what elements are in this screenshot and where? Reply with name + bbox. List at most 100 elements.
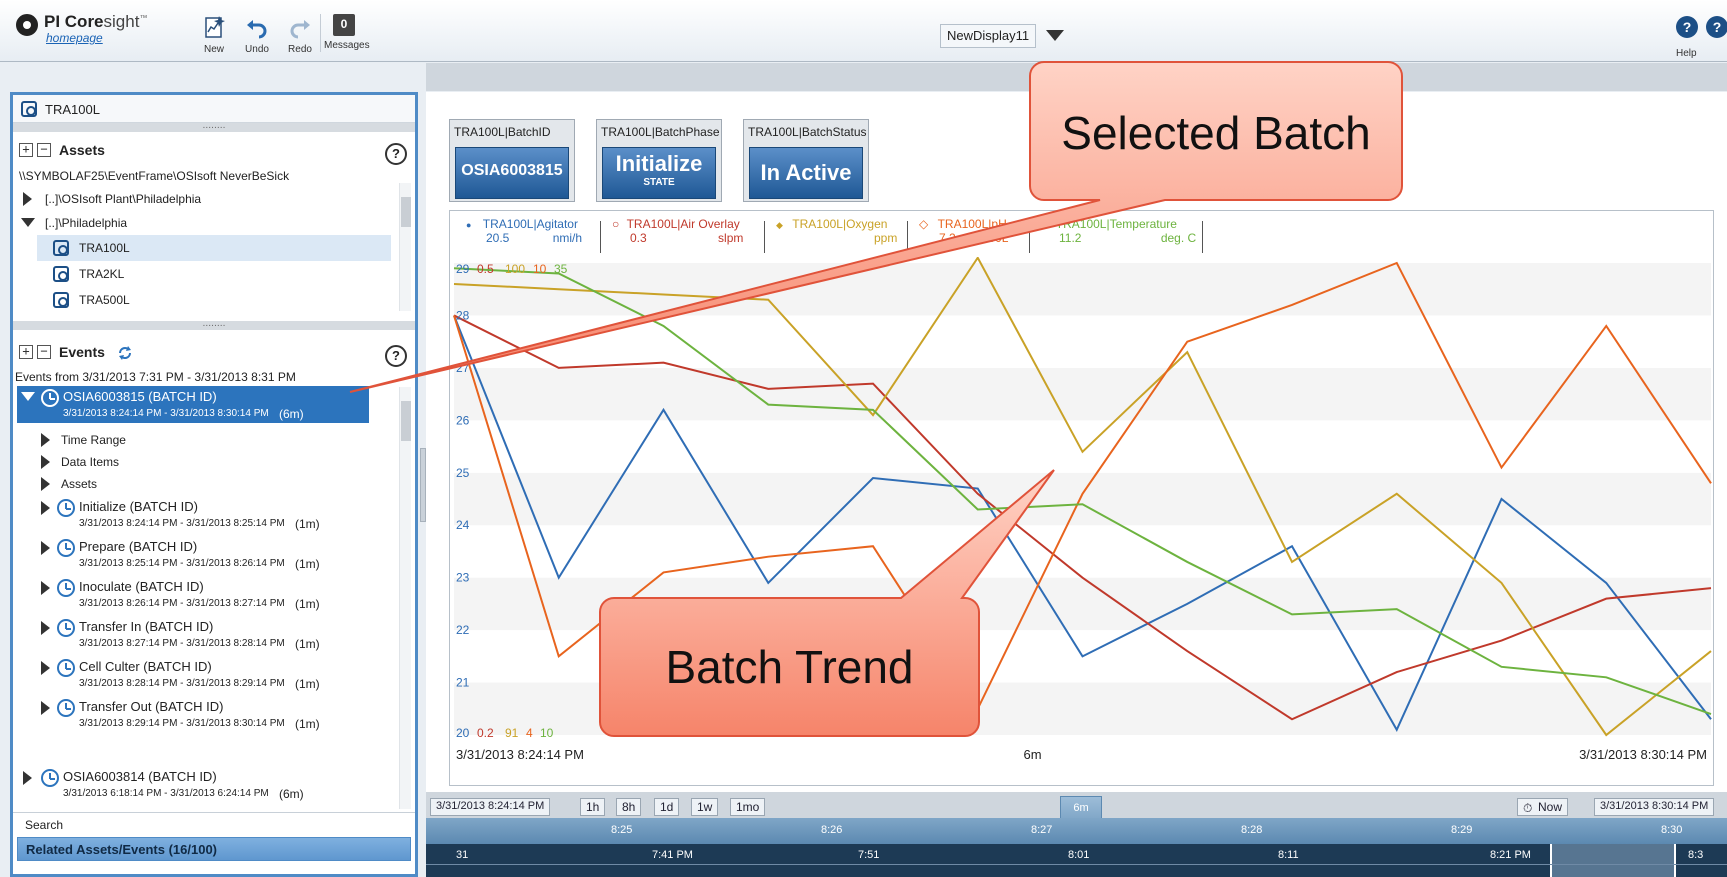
expand-arrow-icon[interactable] xyxy=(41,581,50,595)
now-button[interactable]: ⏱ Now xyxy=(1517,798,1569,816)
sub-event-row[interactable]: Cell Culter (BATCH ID) 3/31/2013 8:28:14… xyxy=(37,657,373,697)
expand-arrow-icon[interactable] xyxy=(23,192,32,206)
value-subtext: STATE xyxy=(643,177,675,188)
assets-scrollbar[interactable] xyxy=(399,183,411,311)
sub-event-row[interactable]: Prepare (BATCH ID) 3/31/2013 8:25:14 PM … xyxy=(37,537,373,577)
expand-arrow-icon[interactable] xyxy=(41,433,50,447)
messages-button[interactable]: 0 Messages xyxy=(324,14,370,51)
clock-icon xyxy=(57,579,75,597)
overview-ruler[interactable]: 31 7:41 PM 7:51 8:01 8:11 8:21 PM 8:3 xyxy=(426,844,1727,877)
sub-event-row[interactable]: Initialize (BATCH ID) 3/31/2013 8:24:14 … xyxy=(37,497,373,537)
undo-button[interactable]: Undo xyxy=(237,14,277,55)
ruler-tick: 8:29 xyxy=(1451,824,1473,836)
new-button[interactable]: New xyxy=(194,14,234,55)
clock-icon xyxy=(57,539,75,557)
event-child-assets[interactable]: Assets xyxy=(61,477,97,491)
duration-tab[interactable]: 6m xyxy=(1060,796,1102,820)
legend-item[interactable]: ■ TRA100L|Temperature 11.2 deg. C xyxy=(1041,217,1196,245)
tree-item-label: TRA500L xyxy=(79,293,130,307)
legend-item[interactable]: ● TRA100L|Agitator 20.5 nmi/h xyxy=(466,217,582,245)
trend-chart[interactable]: ● TRA100L|Agitator 20.5 nmi/h ○ TRA100L|… xyxy=(449,210,1714,786)
time-ruler[interactable]: 8:25 8:26 8:27 8:28 8:29 8:30 xyxy=(426,818,1727,844)
help-icon-secondary[interactable]: ? xyxy=(1706,16,1727,38)
trademark: ™ xyxy=(139,13,148,23)
expand-all-icon[interactable]: + xyxy=(19,143,33,157)
event-row[interactable]: OSIA6003814 (BATCH ID) 3/31/2013 6:18:14… xyxy=(17,767,373,807)
start-time-field[interactable]: 3/31/2013 8:24:14 PM xyxy=(430,798,551,816)
sub-event-row[interactable]: Transfer In (BATCH ID) 3/31/2013 8:27:14… xyxy=(37,617,373,657)
legend-unit: deg. C xyxy=(1160,231,1197,245)
homepage-link[interactable]: homepage xyxy=(46,31,103,45)
app-name-suffix: sight xyxy=(103,12,140,31)
pane-resize-grip[interactable]: ........ xyxy=(13,122,415,132)
legend-item[interactable]: ○ TRA100L|Air Overlay 0.3 slpm xyxy=(612,217,743,245)
range-1w-button[interactable]: 1w xyxy=(691,798,719,816)
legend-marker-icon: ◇ xyxy=(919,217,929,231)
scroll-thumb[interactable] xyxy=(401,197,411,227)
event-selected[interactable]: OSIA6003815 (BATCH ID) 3/31/2013 8:24:14… xyxy=(17,386,369,423)
related-assets-events-bar[interactable]: Related Assets/Events (16/100) xyxy=(17,837,411,861)
messages-icon: 0 xyxy=(333,14,355,36)
assets-help-icon[interactable]: ? xyxy=(385,143,407,165)
legend-item[interactable]: ◆ TRA100L|Oxygen ppm xyxy=(776,217,897,245)
collapse-all-icon[interactable]: − xyxy=(37,345,51,359)
overview-tick: 8:11 xyxy=(1278,849,1299,861)
end-time-field[interactable]: 3/31/2013 8:30:14 PM xyxy=(1594,798,1715,816)
tree-item-philadelphia[interactable]: [..]\Philadelphia xyxy=(45,216,127,230)
tree-item-plant[interactable]: [..]\OSIsoft Plant\Philadelphia xyxy=(45,192,201,206)
range-1h-button[interactable]: 1h xyxy=(580,798,606,816)
collapse-arrow-icon[interactable] xyxy=(21,218,35,227)
legend-item[interactable]: ◇ TRA100L|pH 7.2 pH 100L xyxy=(919,217,1008,245)
expand-all-icon[interactable]: + xyxy=(19,345,33,359)
event-child-data-items[interactable]: Data Items xyxy=(61,455,119,469)
y-tick-label: 23 xyxy=(456,571,470,585)
sub-event-row[interactable]: Transfer Out (BATCH ID) 3/31/2013 8:29:1… xyxy=(37,697,373,737)
value-box-batch-status[interactable]: TRA100L|BatchStatus In Active xyxy=(743,119,869,202)
expand-arrow-icon[interactable] xyxy=(41,621,50,635)
pane-resize-grip[interactable]: ........ xyxy=(13,320,415,330)
sub-event-title: Transfer Out (BATCH ID) xyxy=(79,699,224,714)
sub-event-duration: (1m) xyxy=(295,637,320,651)
search-row[interactable]: Search xyxy=(13,812,415,836)
expand-arrow-icon[interactable] xyxy=(41,455,50,469)
refresh-icon[interactable] xyxy=(117,345,133,361)
expand-arrow-icon[interactable] xyxy=(41,501,50,515)
scroll-thumb[interactable] xyxy=(401,401,411,441)
grid-band xyxy=(454,577,1711,631)
collapse-arrow-icon[interactable] xyxy=(21,392,35,401)
range-1d-button[interactable]: 1d xyxy=(654,798,680,816)
value-box-batch-phase[interactable]: TRA100L|BatchPhase Initialize STATE xyxy=(596,119,722,202)
legend-separator xyxy=(1029,221,1030,253)
tree-item-tra500l[interactable]: TRA500L xyxy=(37,287,391,313)
expand-arrow-icon[interactable] xyxy=(41,661,50,675)
expand-arrow-icon[interactable] xyxy=(23,771,32,785)
range-8h-button[interactable]: 8h xyxy=(616,798,642,816)
expand-arrow-icon[interactable] xyxy=(41,541,50,555)
collapse-all-icon[interactable]: − xyxy=(37,143,51,157)
tree-item-tra100l[interactable]: TRA100L xyxy=(37,235,391,261)
tree-item-tra2kl[interactable]: TRA2KL xyxy=(37,261,391,287)
ruler-tick: 8:26 xyxy=(821,824,843,836)
legend-marker-icon: ◆ xyxy=(776,220,783,230)
value-box-batch-id[interactable]: TRA100L|BatchID OSIA6003815 xyxy=(449,119,575,202)
expand-arrow-icon[interactable] xyxy=(41,477,50,491)
legend-marker-icon: ■ xyxy=(1041,220,1047,230)
clock-icon xyxy=(57,619,75,637)
app-logo-text: PI Coresight™ xyxy=(44,12,147,32)
overview-selection-window[interactable] xyxy=(1550,844,1676,877)
grid-band xyxy=(454,263,1711,316)
display-dropdown-arrow-icon[interactable] xyxy=(1046,30,1064,41)
left-pane: TRA100L ........ + − Assets ? \\SYMBOLAF… xyxy=(10,92,418,877)
asset-icon xyxy=(53,292,69,308)
sub-event-time: 3/31/2013 8:28:14 PM - 3/31/2013 8:29:14… xyxy=(79,678,285,689)
event-child-time-range[interactable]: Time Range xyxy=(61,433,126,447)
help-icon[interactable]: ? xyxy=(1676,16,1698,38)
sub-event-row[interactable]: Inoculate (BATCH ID) 3/31/2013 8:26:14 P… xyxy=(37,577,373,617)
redo-label: Redo xyxy=(288,44,312,55)
range-1mo-button[interactable]: 1mo xyxy=(730,798,766,816)
expand-arrow-icon[interactable] xyxy=(41,701,50,715)
events-scrollbar[interactable] xyxy=(399,387,411,809)
events-help-icon[interactable]: ? xyxy=(385,345,407,367)
display-name-field[interactable]: NewDisplay11 xyxy=(940,24,1037,48)
redo-button[interactable]: Redo xyxy=(280,14,320,55)
